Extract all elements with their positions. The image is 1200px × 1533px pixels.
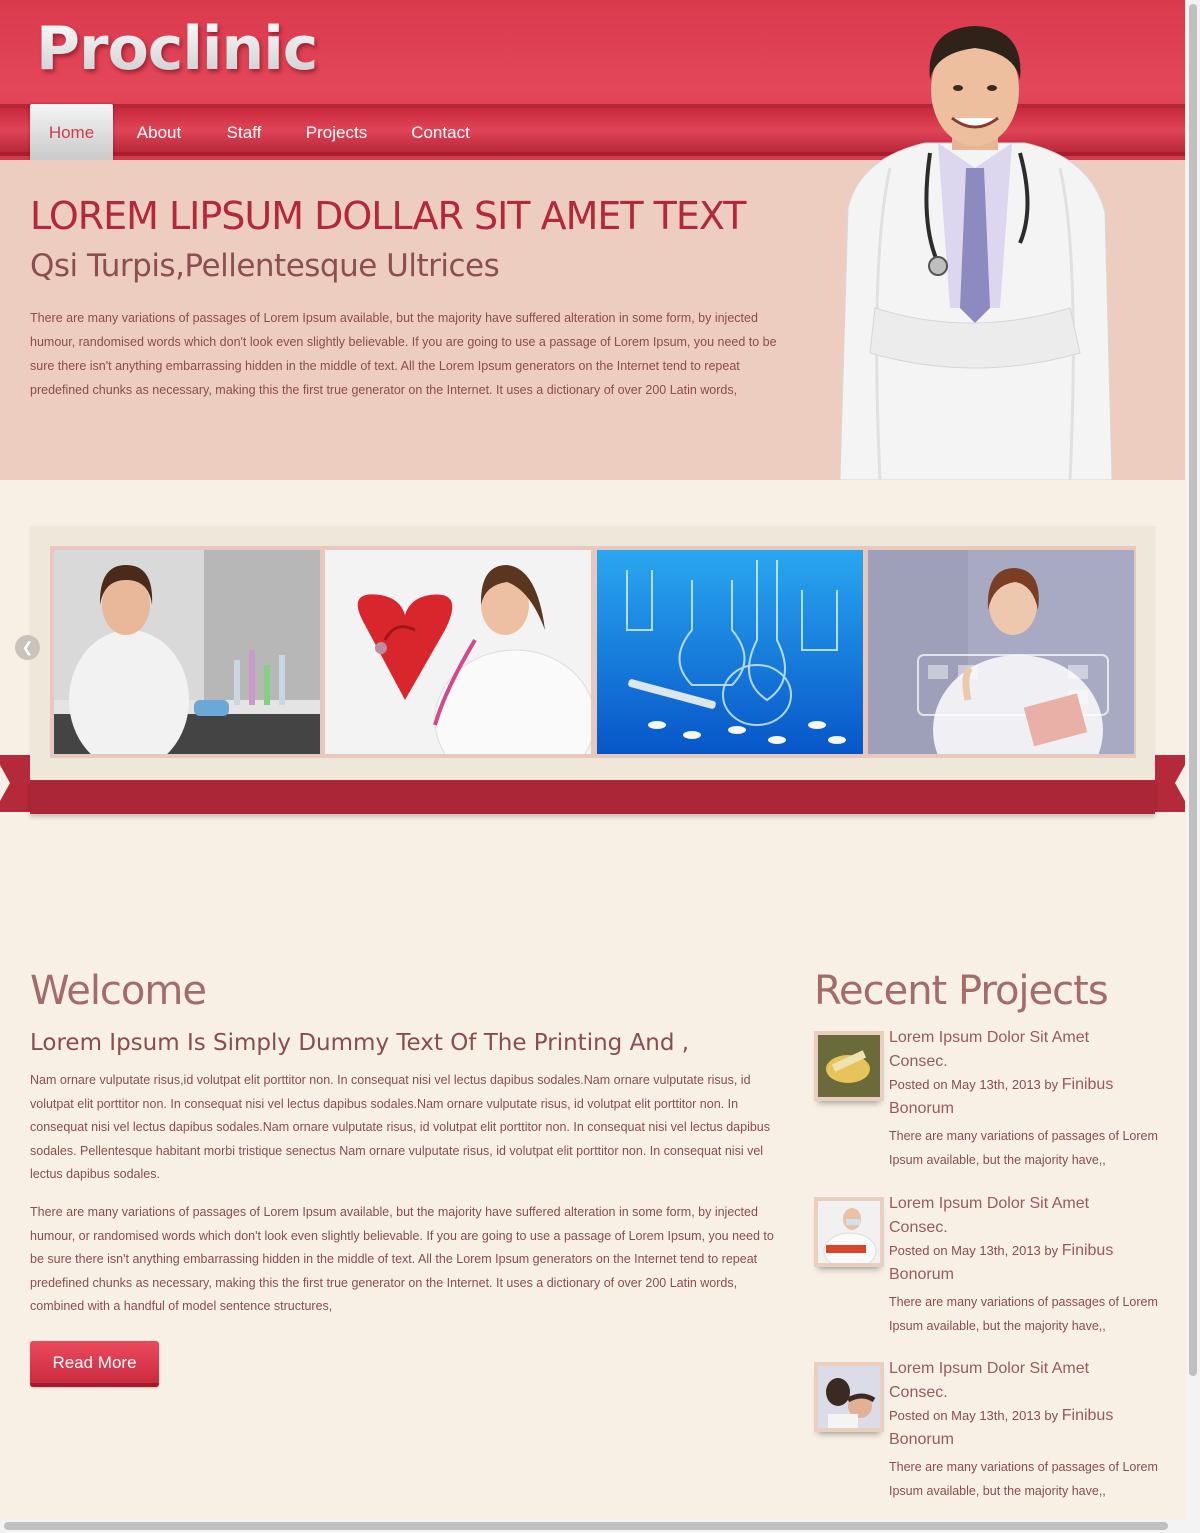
- recent-projects-title: Recent Projects: [814, 968, 1109, 1014]
- project-item: Lorem Ipsum Dolor Sit Amet Consec. Poste…: [814, 1029, 1164, 1181]
- project-title[interactable]: Lorem Ipsum Dolor Sit Amet Consec.: [889, 1357, 1149, 1404]
- project-meta: Posted on May 13th, 2013 by Finibus Bono…: [889, 1073, 1149, 1120]
- project-description: There are many variations of passages of…: [889, 1460, 1158, 1498]
- ribbon-tail-left: [0, 755, 30, 812]
- project-thumbnail[interactable]: [814, 1362, 884, 1432]
- nav-projects[interactable]: Projects: [300, 108, 373, 158]
- nav-staff[interactable]: Staff: [218, 108, 270, 158]
- slide-doctor-with-heart[interactable]: [325, 550, 591, 754]
- project-description: There are many variations of passages of…: [889, 1129, 1158, 1167]
- project-item: Lorem Ipsum Dolor Sit Amet Consec. Poste…: [814, 1360, 1164, 1512]
- project-meta: Posted on May 13th, 2013 by Finibus Bono…: [889, 1404, 1149, 1451]
- welcome-title: Welcome: [30, 968, 207, 1014]
- slide-lab-glassware[interactable]: [597, 550, 863, 754]
- welcome-paragraph-1: Nam ornare vulputate risus,id volutpat e…: [30, 1073, 771, 1181]
- project-meta: Posted on May 13th, 2013 by Finibus Bono…: [889, 1239, 1149, 1286]
- slide-lab-scientist[interactable]: [54, 550, 320, 754]
- project-posted: Posted on May 13th, 2013 by: [889, 1077, 1059, 1092]
- slide-doctor-touchscreen[interactable]: [868, 550, 1134, 754]
- welcome-paragraph-2: There are many variations of passages of…: [30, 1205, 774, 1313]
- welcome-subtitle: Lorem Ipsum Is Simply Dummy Text Of The …: [30, 1030, 690, 1056]
- vertical-scrollbar-thumb[interactable]: [1189, 4, 1197, 1376]
- project-posted: Posted on May 13th, 2013 by: [889, 1243, 1059, 1258]
- nav-home[interactable]: Home: [30, 104, 113, 162]
- hero-subtitle: Qsi Turpis,Pellentesque Ultrices: [30, 248, 500, 284]
- hero-text: There are many variations of passages of…: [30, 311, 777, 397]
- project-title[interactable]: Lorem Ipsum Dolor Sit Amet Consec.: [889, 1026, 1149, 1073]
- project-item: Lorem Ipsum Dolor Sit Amet Consec. Poste…: [814, 1195, 1164, 1347]
- project-thumbnail[interactable]: [814, 1197, 884, 1267]
- nav-contact[interactable]: Contact: [404, 108, 477, 158]
- doctor-image: [839, 26, 1113, 480]
- site-logo[interactable]: Proclinic: [36, 14, 318, 84]
- project-description: There are many variations of passages of…: [889, 1295, 1158, 1333]
- project-title[interactable]: Lorem Ipsum Dolor Sit Amet Consec.: [889, 1192, 1149, 1239]
- project-thumbnail[interactable]: [814, 1031, 884, 1101]
- horizontal-scrollbar-thumb[interactable]: [4, 1522, 1168, 1530]
- hero-title: LOREM LIPSUM DOLLAR SIT AMET TEXT: [30, 194, 746, 238]
- read-more-button[interactable]: Read More: [30, 1341, 159, 1387]
- project-posted: Posted on May 13th, 2013 by: [889, 1408, 1059, 1423]
- nav-about[interactable]: About: [130, 108, 188, 158]
- slider-ribbon: [30, 780, 1155, 814]
- chevron-left-icon: ❮: [21, 639, 34, 655]
- slider-prev-button[interactable]: ❮: [15, 635, 40, 660]
- ribbon-tail-right: [1155, 755, 1185, 812]
